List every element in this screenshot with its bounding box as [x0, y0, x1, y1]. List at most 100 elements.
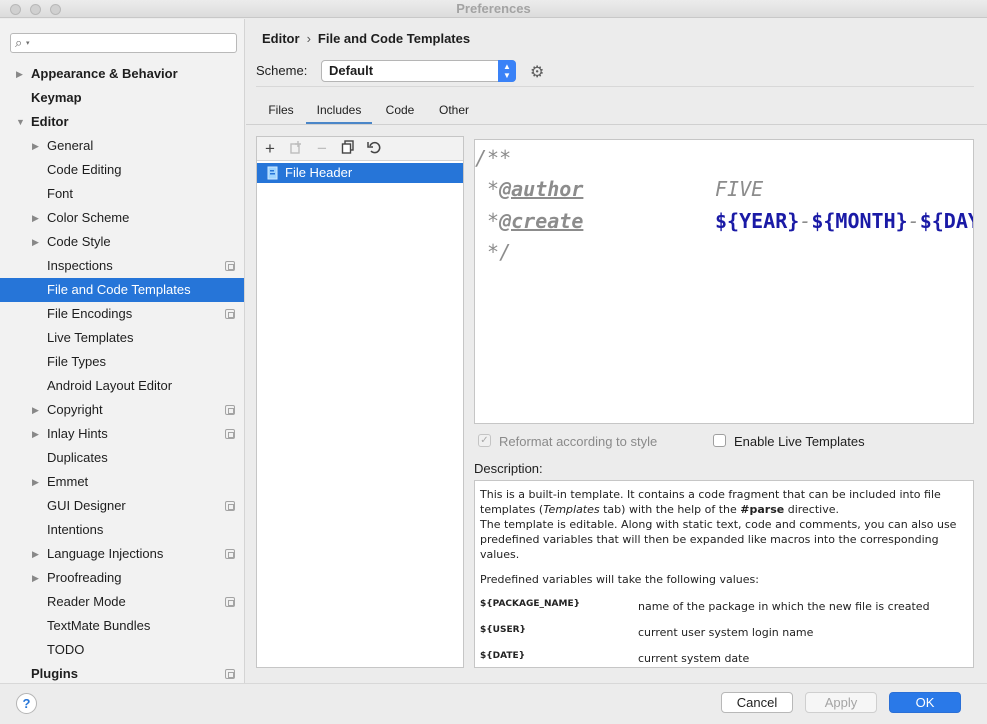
- breadcrumb: Editor › File and Code Templates: [262, 31, 470, 46]
- sidebar-item-proofreading[interactable]: ▶ Proofreading: [0, 566, 244, 590]
- tab-other[interactable]: Other: [430, 103, 478, 124]
- sidebar-item-label: Color Scheme: [47, 210, 130, 225]
- chevron-right-icon[interactable]: ▶: [32, 542, 39, 566]
- copy-template-icon[interactable]: [287, 140, 305, 158]
- sidebar-item-android-layout-editor[interactable]: Android Layout Editor: [0, 374, 244, 398]
- duplicate-icon[interactable]: [339, 140, 357, 158]
- chevron-down-icon[interactable]: ▼: [16, 110, 25, 134]
- sidebar-item-language-injections[interactable]: ▶ Language Injections: [0, 542, 244, 566]
- variable-desc: current user system login name: [638, 626, 814, 639]
- sidebar-item-reader-mode[interactable]: Reader Mode: [0, 590, 244, 614]
- sidebar-item-label: Keymap: [31, 90, 82, 105]
- scheme-select[interactable]: Default ▲ ▼: [321, 60, 516, 82]
- sidebar-item-intentions[interactable]: Intentions: [0, 518, 244, 542]
- apply-button[interactable]: Apply: [805, 692, 877, 713]
- sidebar-item-color-scheme[interactable]: ▶ Color Scheme: [0, 206, 244, 230]
- gear-icon[interactable]: ⚙: [530, 62, 544, 82]
- project-scope-icon: [225, 549, 235, 559]
- template-code-editor[interactable]: /** *@author FIVE *@create ${YEAR}-${MON…: [474, 139, 974, 424]
- sidebar-item-label: File Types: [47, 354, 107, 369]
- sidebar-item-editor[interactable]: ▼ Editor: [0, 110, 244, 134]
- chevron-updown-icon: ▲ ▼: [498, 60, 516, 82]
- add-icon[interactable]: +: [261, 140, 279, 158]
- main-panel: Editor › File and Code Templates Scheme: D…: [246, 19, 987, 683]
- sidebar-item-plugins[interactable]: Plugins: [0, 662, 244, 683]
- sidebar-item-label: Copyright: [47, 402, 103, 417]
- chevron-right-icon[interactable]: ▶: [32, 470, 39, 494]
- search-dropdown-icon[interactable]: ▾: [26, 39, 30, 47]
- chevron-right-icon[interactable]: ▶: [32, 230, 39, 254]
- sidebar-item-label: Font: [47, 186, 74, 201]
- cancel-button[interactable]: Cancel: [721, 692, 793, 713]
- sidebar-item-label: Proofreading: [47, 570, 122, 585]
- tabs-divider: [246, 124, 987, 125]
- dialog-button-bar: ? Cancel Apply OK: [0, 683, 987, 724]
- sidebar-item-label: Code Style: [47, 234, 111, 249]
- sidebar-item-label: Editor: [31, 114, 69, 129]
- variable-desc: current system date: [638, 652, 750, 665]
- chevron-right-icon[interactable]: ▶: [32, 134, 39, 158]
- sidebar-item-copyright[interactable]: ▶ Copyright: [0, 398, 244, 422]
- tab-code[interactable]: Code: [378, 103, 422, 124]
- live-templates-label: Enable Live Templates: [734, 434, 865, 449]
- chevron-right-icon[interactable]: ▶: [32, 206, 39, 230]
- sidebar-item-keymap[interactable]: Keymap: [0, 86, 244, 110]
- sidebar-item-font[interactable]: Font: [0, 182, 244, 206]
- description-intro: This is a built-in template. It contains…: [480, 488, 957, 561]
- sidebar-item-label: File and Code Templates: [47, 282, 191, 297]
- list-item-file-header[interactable]: File Header: [257, 163, 463, 183]
- sidebar-item-duplicates[interactable]: Duplicates: [0, 446, 244, 470]
- sidebar-item-code-editing[interactable]: Code Editing: [0, 158, 244, 182]
- sidebar-item-file-types[interactable]: File Types: [0, 350, 244, 374]
- search-icon: ⌕: [15, 35, 23, 50]
- sidebar-item-gui-designer[interactable]: GUI Designer: [0, 494, 244, 518]
- description-panel: This is a built-in template. It contains…: [474, 480, 974, 668]
- scheme-label: Scheme:: [256, 63, 308, 78]
- breadcrumb-parent[interactable]: Editor: [262, 31, 300, 46]
- variable-name: ${PACKAGE_NAME}: [480, 599, 580, 609]
- variable-row: ${DATE} current system date: [480, 649, 968, 667]
- chevron-right-icon[interactable]: ▶: [32, 398, 39, 422]
- reset-icon[interactable]: [365, 140, 383, 158]
- variable-name: ${DATE}: [480, 651, 526, 661]
- sidebar-item-appearance-behavior[interactable]: ▶ Appearance & Behavior: [0, 62, 244, 86]
- divider: [256, 86, 974, 87]
- title-bar: Preferences: [0, 0, 987, 18]
- sidebar-item-label: Inlay Hints: [47, 426, 108, 441]
- sidebar-item-live-templates[interactable]: Live Templates: [0, 326, 244, 350]
- reformat-checkbox[interactable]: ✓: [478, 434, 491, 447]
- breadcrumb-current: File and Code Templates: [317, 31, 471, 46]
- sidebar-item-todo[interactable]: TODO: [0, 638, 244, 662]
- project-scope-icon: [225, 669, 235, 679]
- description-label: Description:: [474, 461, 543, 476]
- remove-icon[interactable]: −: [313, 140, 331, 158]
- sidebar-item-textmate-bundles[interactable]: TextMate Bundles: [0, 614, 244, 638]
- sidebar-item-label: GUI Designer: [47, 498, 126, 513]
- sidebar-item-label: Duplicates: [47, 450, 108, 465]
- sidebar-item-label: File Encodings: [47, 306, 133, 321]
- sidebar-item-label: Emmet: [47, 474, 89, 489]
- sidebar-item-code-style[interactable]: ▶ Code Style: [0, 230, 244, 254]
- settings-sidebar: ⌕ ▾ ▶ Appearance & Behavior Keymap ▼ Editor ▶…: [0, 19, 245, 683]
- chevron-right-icon[interactable]: ▶: [32, 566, 39, 590]
- sidebar-item-inlay-hints[interactable]: ▶ Inlay Hints: [0, 422, 244, 446]
- sidebar-item-label: Language Injections: [47, 546, 164, 561]
- chevron-right-icon[interactable]: ▶: [16, 62, 23, 86]
- variable-desc: name of the package in which the new fil…: [638, 600, 930, 613]
- tab-files[interactable]: Files: [260, 103, 302, 124]
- settings-search-input[interactable]: ⌕ ▾: [10, 33, 237, 53]
- project-scope-icon: [225, 501, 235, 511]
- help-button[interactable]: ?: [16, 693, 37, 714]
- chevron-right-icon[interactable]: ▶: [32, 422, 39, 446]
- ok-button[interactable]: OK: [889, 692, 961, 713]
- sidebar-item-label: TODO: [47, 642, 85, 657]
- tab-includes[interactable]: Includes: [306, 103, 372, 124]
- sidebar-item-file-and-code-templates[interactable]: File and Code Templates: [0, 278, 244, 302]
- sidebar-item-label: Inspections: [47, 258, 113, 273]
- sidebar-item-general[interactable]: ▶ General: [0, 134, 244, 158]
- live-templates-checkbox[interactable]: [713, 434, 726, 447]
- sidebar-item-emmet[interactable]: ▶ Emmet: [0, 470, 244, 494]
- sidebar-item-inspections[interactable]: Inspections: [0, 254, 244, 278]
- sidebar-item-file-encodings[interactable]: File Encodings: [0, 302, 244, 326]
- template-list-panel: + − File Header: [256, 136, 464, 668]
